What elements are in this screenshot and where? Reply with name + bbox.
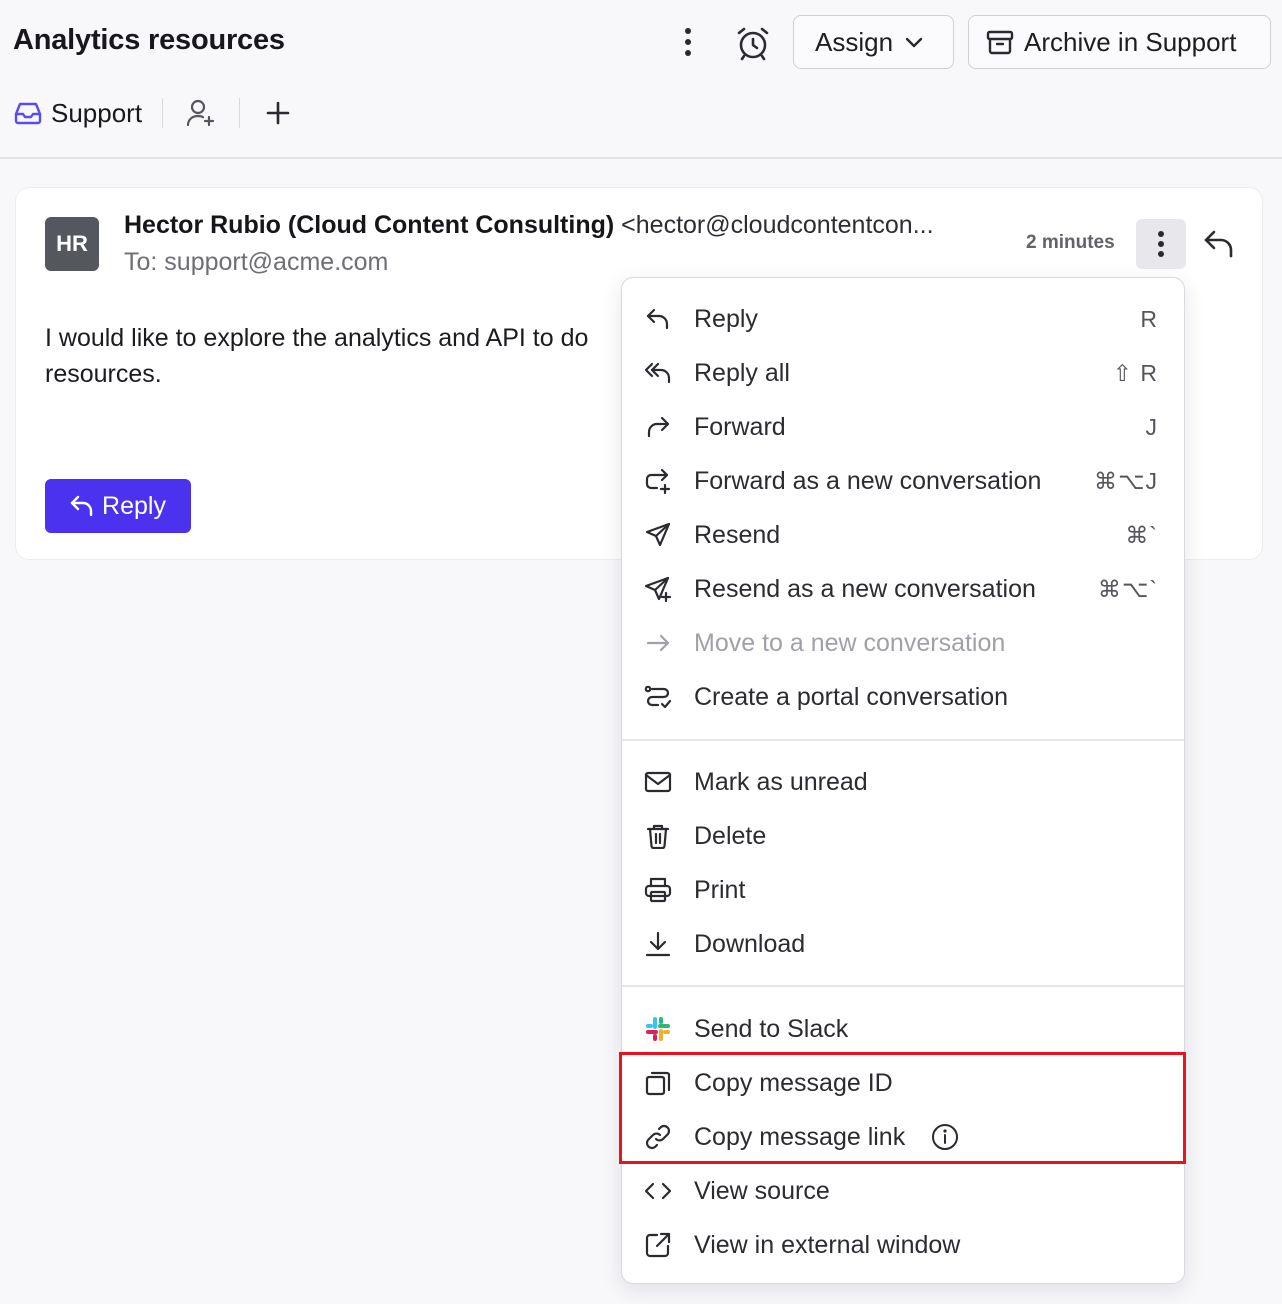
menu-item-resend[interactable]: Resend ⌘`: [622, 508, 1184, 562]
menu-item-download[interactable]: Download: [622, 917, 1184, 971]
add-follower-icon[interactable]: [183, 95, 219, 131]
forward-icon: [642, 413, 674, 441]
menu-item-mark-unread[interactable]: Mark as unread: [622, 755, 1184, 809]
header-divider: [0, 157, 1282, 159]
menu-item-label: View in external window: [694, 1230, 961, 1259]
highlight-box: [619, 1052, 1186, 1164]
send-plus-icon: [642, 575, 674, 603]
menu-item-reply-all[interactable]: Reply all ⇧ R: [622, 346, 1184, 400]
sender: Hector Rubio (Cloud Content Consulting) …: [124, 211, 974, 240]
inbox-tag-support[interactable]: Support: [14, 98, 142, 129]
menu-item-forward-new-conversation[interactable]: Forward as a new conversation ⌘⌥J: [622, 454, 1184, 508]
message-timestamp: 2 minutes: [1026, 232, 1115, 253]
reply-icon[interactable]: [1199, 224, 1239, 264]
menu-item-label: Download: [694, 929, 806, 958]
reply-button[interactable]: Reply: [45, 479, 191, 533]
shortcut: ⌘`: [1125, 521, 1158, 548]
assign-label: Assign: [815, 26, 894, 57]
more-options-icon: [1158, 231, 1164, 257]
message-body-line: I would like to explore the analytics an…: [45, 324, 589, 352]
shortcut: R: [1140, 305, 1158, 332]
menu-item-label: Resend as a new conversation: [694, 574, 1036, 603]
recipient: To: support@acme.com: [124, 248, 389, 276]
page-title: Analytics resources: [13, 24, 285, 56]
inbox-label: Support: [51, 97, 143, 128]
menu-item-label: Print: [694, 875, 746, 904]
menu-item-label: View source: [694, 1176, 830, 1205]
shortcut: J: [1145, 413, 1158, 440]
sender-email: <hector@cloudcontentcon...: [621, 211, 934, 239]
conversation-tabs: Support: [14, 92, 296, 134]
envelope-icon: [642, 768, 674, 796]
menu-item-label: Resend: [694, 520, 781, 549]
arrow-right-icon: [642, 629, 674, 657]
chevron-down-icon: [905, 36, 923, 48]
slack-icon: [642, 1015, 674, 1043]
menu-item-label: Create a portal conversation: [694, 682, 1009, 711]
reply-all-icon: [642, 359, 674, 387]
shortcut: ⌘⌥J: [1093, 467, 1158, 494]
printer-icon: [642, 876, 674, 904]
shortcut: ⇧ R: [1112, 359, 1158, 386]
menu-item-label: Mark as unread: [694, 767, 868, 796]
plus-icon[interactable]: [260, 95, 296, 131]
menu-item-label: Forward as a new conversation: [694, 466, 1042, 495]
forward-new-icon: [642, 467, 674, 495]
external-link-icon: [642, 1231, 674, 1259]
download-icon: [642, 930, 674, 958]
menu-item-send-to-slack[interactable]: Send to Slack: [622, 1002, 1184, 1056]
code-icon: [642, 1177, 674, 1205]
trash-icon: [642, 822, 674, 850]
menu-item-move-new-conversation: Move to a new conversation: [622, 616, 1184, 670]
archive-icon: [986, 29, 1014, 55]
archive-label: Archive in Support: [1024, 26, 1237, 57]
menu-divider: [622, 985, 1184, 987]
menu-item-resend-new-conversation[interactable]: Resend as a new conversation ⌘⌥`: [622, 562, 1184, 616]
menu-item-label: Send to Slack: [694, 1014, 849, 1043]
divider: [162, 98, 164, 128]
menu-item-view-external-window[interactable]: View in external window: [622, 1218, 1184, 1272]
menu-divider: [622, 739, 1184, 741]
reply-label: Reply: [102, 491, 166, 520]
menu-item-label: Forward: [694, 412, 786, 441]
archive-button[interactable]: Archive in Support: [968, 15, 1271, 69]
message-body: I would like to explore the analytics an…: [45, 320, 625, 392]
menu-item-reply[interactable]: Reply R: [622, 292, 1184, 346]
menu-item-create-portal-conversation[interactable]: Create a portal conversation: [622, 670, 1184, 724]
menu-item-delete[interactable]: Delete: [622, 809, 1184, 863]
reply-icon: [70, 495, 94, 517]
shortcut: ⌘⌥`: [1097, 575, 1158, 602]
menu-item-print[interactable]: Print: [622, 863, 1184, 917]
message-body-line: resources.: [45, 360, 162, 388]
divider: [239, 98, 241, 128]
menu-item-forward[interactable]: Forward J: [622, 400, 1184, 454]
menu-item-label: Reply all: [694, 358, 790, 387]
menu-item-label: Reply: [694, 304, 758, 333]
avatar: HR: [45, 217, 99, 271]
inbox-icon: [14, 101, 42, 125]
message-more-button[interactable]: [1136, 219, 1186, 269]
send-icon: [642, 521, 674, 549]
snooze-alarm-icon[interactable]: [733, 23, 773, 63]
sender-name: Hector Rubio (Cloud Content Consulting): [124, 211, 615, 239]
portal-conversation-icon: [642, 683, 674, 711]
reply-icon: [642, 305, 674, 333]
assign-button[interactable]: Assign: [793, 15, 954, 69]
menu-item-view-source[interactable]: View source: [622, 1164, 1184, 1218]
more-options-icon[interactable]: [670, 24, 706, 60]
menu-item-label: Move to a new conversation: [694, 628, 1006, 657]
menu-item-label: Delete: [694, 821, 767, 850]
